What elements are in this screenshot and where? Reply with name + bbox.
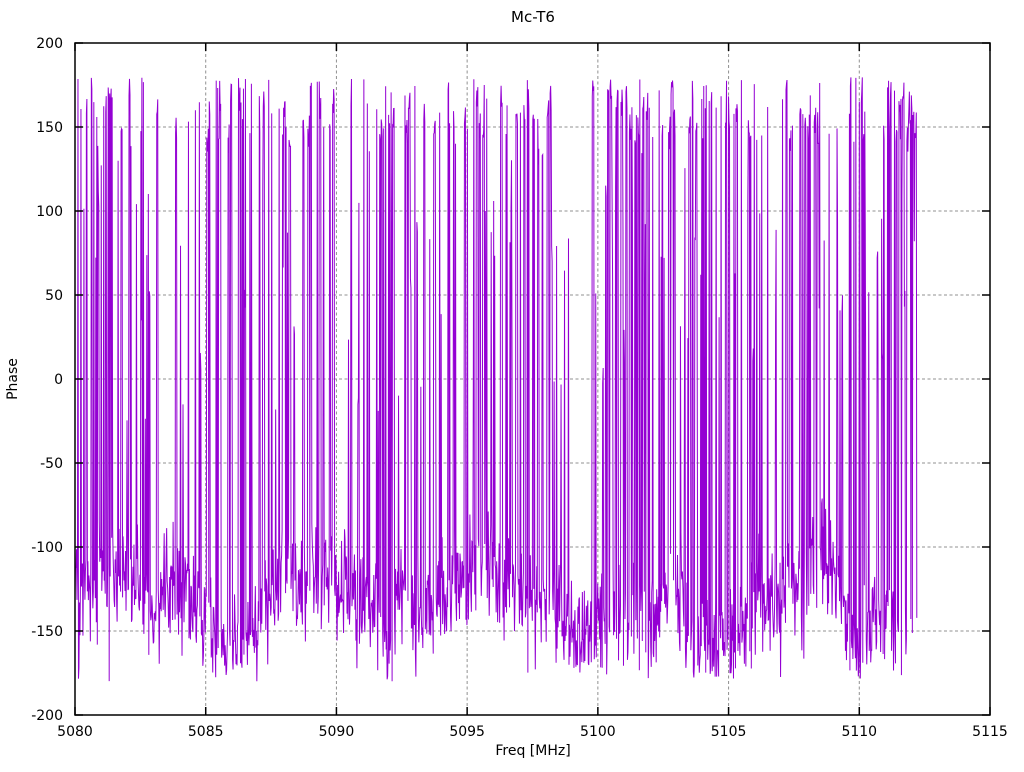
y-tick-label: 100 [36, 204, 63, 220]
phase-chart-figure: 5080 5085 5090 5095 5100 5105 5110 5115 -200 -150… [0, 0, 1024, 768]
y-tick-label: -200 [31, 708, 63, 724]
page: { "chart_data": { "type": "line", "title… [0, 0, 1024, 768]
y-tick-label: 50 [45, 288, 63, 304]
x-axis-label: Freq [MHz] [495, 743, 570, 759]
x-tick-label: 5115 [972, 724, 1008, 740]
x-tick-label: 5110 [841, 724, 877, 740]
x-tick-label: 5090 [319, 724, 355, 740]
y-tick-label: 0 [54, 372, 63, 388]
x-tick-label: 5095 [449, 724, 485, 740]
x-tick-label: 5085 [188, 724, 224, 740]
y-tick-label: -100 [31, 540, 63, 556]
y-tick-label: -150 [31, 624, 63, 640]
y-tick-label: 150 [36, 120, 63, 136]
y-tick-label: -50 [40, 456, 63, 472]
x-tick-label: 5105 [711, 724, 747, 740]
phase-chart: 5080 5085 5090 5095 5100 5105 5110 5115 -200 -150… [5, 8, 1008, 759]
y-axis-label: Phase [5, 358, 21, 400]
x-tick-label: 5080 [57, 724, 93, 740]
y-tick-label: 200 [36, 36, 63, 52]
chart-title: Mc-T6 [511, 8, 555, 26]
x-tick-label: 5100 [580, 724, 616, 740]
